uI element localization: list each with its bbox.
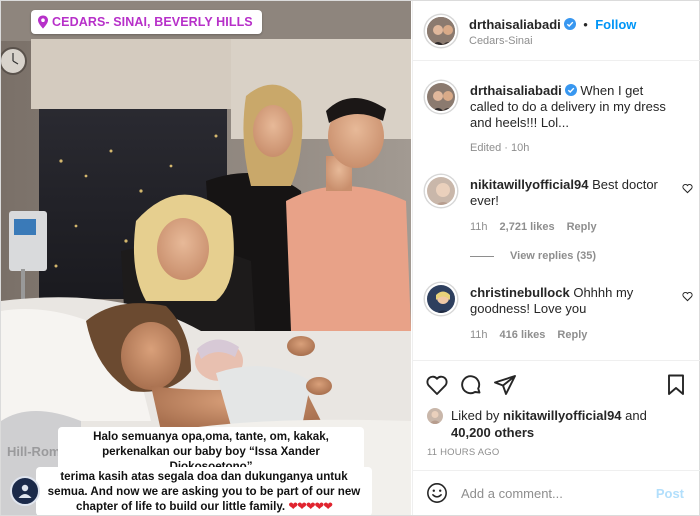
author-avatar[interactable] [425, 15, 457, 47]
liked-by-avatar[interactable] [427, 408, 443, 424]
comment-text: christinebullock Ohhhh my goodness! Love… [470, 285, 670, 317]
like-comment-heart-icon[interactable] [682, 291, 693, 302]
like-comment-heart-icon[interactable] [682, 183, 693, 194]
add-comment-input[interactable]: Add a comment... [461, 486, 563, 501]
share-send-icon[interactable] [493, 373, 517, 397]
commenter-avatar-image [427, 177, 455, 205]
like-heart-icon[interactable] [425, 373, 449, 397]
comment-meta: 11h 416 likes Reply [470, 329, 587, 341]
liked-by-row: Liked by nikitawillyofficial94 and 40,20… [427, 407, 647, 441]
post-comment-button[interactable]: Post [656, 486, 684, 501]
comment-bubble-icon[interactable] [459, 373, 483, 397]
follow-button[interactable]: Follow [595, 17, 636, 32]
commenter-avatar-image [427, 285, 455, 313]
liked-by-and: and [625, 408, 647, 423]
liked-by-avatar-image [427, 408, 443, 424]
save-bookmark-icon[interactable] [664, 373, 688, 397]
post-side-panel: drthaisaliabadi • Follow Cedars-Sinai dr… [412, 1, 700, 515]
location-sticker-text: CEDARS- SINAI, BEVERLY HILLS [52, 15, 253, 29]
caption-comment-username[interactable]: drthaisaliabadi [470, 83, 562, 98]
view-replies-label: View replies (35) [510, 250, 597, 262]
header-location[interactable]: Cedars-Sinai [469, 35, 533, 47]
bed-watermark: Hill-Rom [7, 444, 60, 459]
emoji-icon[interactable] [426, 482, 448, 504]
post-photo[interactable]: Hill-Rom CEDARS- SINAI, BEVERLY HILLS Ha… [1, 1, 411, 515]
verified-badge-icon [563, 18, 576, 30]
commenter-username[interactable]: nikitawillyofficial94 [470, 177, 589, 192]
comment-meta: 11h 2,721 likes Reply [470, 221, 597, 233]
commenter-username[interactable]: christinebullock [470, 285, 570, 300]
comment-reply-button[interactable]: Reply [557, 329, 587, 341]
comments-section: drthaisaliabadi When I get called to do … [413, 62, 700, 360]
person-icon [18, 484, 32, 498]
comment-text: nikitawillyofficial94 Best doctor ever! [470, 177, 670, 209]
header-separator: • [583, 17, 588, 32]
post-header: drthaisaliabadi • Follow Cedars-Sinai [413, 1, 700, 61]
commenter-avatar[interactable] [425, 283, 457, 315]
comment-likes[interactable]: 416 likes [500, 329, 546, 341]
post-time-ago[interactable]: 11 HOURS AGO [427, 447, 499, 458]
header-title-row: drthaisaliabadi • Follow [469, 16, 636, 34]
caption-author-avatar[interactable] [425, 81, 457, 113]
view-replies-line [470, 255, 494, 257]
liked-by-others[interactable]: 40,200 others [451, 425, 534, 440]
comment-item: christinebullock Ohhhh my goodness! Love… [425, 281, 695, 360]
liked-by-prefix: Liked by [451, 408, 500, 423]
red-hearts: ❤❤❤❤❤ [288, 500, 333, 513]
author-avatar-image [427, 17, 455, 45]
liked-by-user[interactable]: nikitawillyofficial94 [503, 408, 622, 423]
comment-item: nikitawillyofficial94 Best doctor ever! … [425, 173, 695, 253]
post-actions: Liked by nikitawillyofficial94 and 40,20… [413, 360, 700, 470]
view-replies-button[interactable]: View replies (35) [470, 250, 596, 262]
location-pin-icon [38, 15, 48, 29]
comment-time: 11h [470, 221, 488, 233]
add-comment-bar: Add a comment... Post [413, 470, 700, 515]
author-caption-comment: drthaisaliabadi When I get called to do … [425, 79, 695, 169]
location-sticker: CEDARS- SINAI, BEVERLY HILLS [31, 10, 262, 34]
comment-time: 11h [470, 329, 488, 341]
photo-caption-thanks: terima kasih atas segala doa dan dukunga… [36, 467, 372, 515]
caption-comment-meta: Edited · 10h [470, 142, 530, 154]
verified-badge-icon [564, 84, 577, 96]
commenter-avatar[interactable] [425, 175, 457, 207]
caption-comment-text: drthaisaliabadi When I get called to do … [470, 83, 675, 131]
author-username[interactable]: drthaisaliabadi [469, 17, 561, 32]
liked-by-text: Liked by nikitawillyofficial94 and 40,20… [451, 407, 647, 441]
comment-reply-button[interactable]: Reply [567, 221, 597, 233]
tagged-user-avatar[interactable] [10, 476, 40, 506]
caption-author-avatar-image [427, 83, 455, 111]
comment-likes[interactable]: 2,721 likes [500, 221, 555, 233]
